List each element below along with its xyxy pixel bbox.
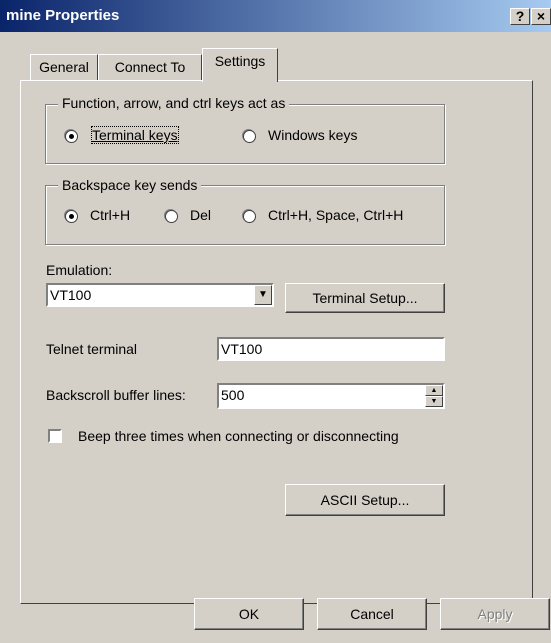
emulation-value: VT100 bbox=[50, 287, 92, 303]
emulation-label: Emulation: bbox=[46, 262, 113, 278]
ascii-setup-button[interactable]: ASCII Setup... bbox=[285, 484, 445, 516]
properties-dialog: mine Properties ? × General Connect To S… bbox=[0, 0, 551, 643]
telnet-terminal-input[interactable]: VT100 bbox=[217, 337, 445, 361]
windows-keys-label[interactable]: Windows keys bbox=[268, 127, 357, 143]
backscroll-value: 500 bbox=[221, 387, 245, 403]
backscroll-label: Backscroll buffer lines: bbox=[46, 387, 186, 403]
ctrl-h-label[interactable]: Ctrl+H bbox=[90, 207, 130, 223]
spin-up-icon[interactable]: ▲ bbox=[425, 385, 443, 396]
radio-windows-keys[interactable] bbox=[243, 130, 256, 143]
apply-button[interactable]: Apply bbox=[440, 598, 550, 630]
chevron-down-icon[interactable]: ▼ bbox=[254, 285, 272, 305]
radio-terminal-keys[interactable] bbox=[65, 130, 78, 143]
help-button[interactable]: ? bbox=[510, 8, 530, 25]
radio-ctrl-h[interactable] bbox=[65, 210, 78, 223]
cancel-button[interactable]: Cancel bbox=[317, 598, 427, 630]
del-label[interactable]: Del bbox=[190, 207, 211, 223]
tab-general[interactable]: General bbox=[30, 54, 98, 80]
telnet-label: Telnet terminal bbox=[46, 341, 138, 357]
title-bar[interactable]: mine Properties ? × bbox=[0, 0, 551, 32]
ctrl-h-space-label[interactable]: Ctrl+H, Space, Ctrl+H bbox=[268, 207, 403, 223]
radio-del[interactable] bbox=[165, 210, 178, 223]
backscroll-input[interactable]: 500 ▲ ▼ bbox=[217, 383, 445, 409]
terminal-setup-button[interactable]: Terminal Setup... bbox=[285, 283, 445, 313]
close-button[interactable]: × bbox=[531, 8, 551, 25]
window-title: mine Properties bbox=[6, 7, 120, 24]
tab-settings[interactable]: Settings bbox=[202, 48, 278, 82]
spinner[interactable]: ▲ ▼ bbox=[425, 385, 443, 407]
backspace-group-legend: Backspace key sends bbox=[58, 177, 202, 193]
terminal-keys-label[interactable]: Terminal keys bbox=[91, 126, 179, 144]
beep-checkbox[interactable] bbox=[48, 429, 62, 443]
emulation-select[interactable]: VT100 ▼ bbox=[46, 283, 274, 307]
spin-down-icon[interactable]: ▼ bbox=[425, 396, 443, 407]
radio-ctrl-h-space[interactable] bbox=[243, 210, 256, 223]
beep-label[interactable]: Beep three times when connecting or disc… bbox=[78, 428, 399, 444]
keys-group-legend: Function, arrow, and ctrl keys act as bbox=[58, 95, 290, 111]
ok-button[interactable]: OK bbox=[194, 598, 304, 630]
tab-connect-to[interactable]: Connect To bbox=[98, 54, 202, 80]
